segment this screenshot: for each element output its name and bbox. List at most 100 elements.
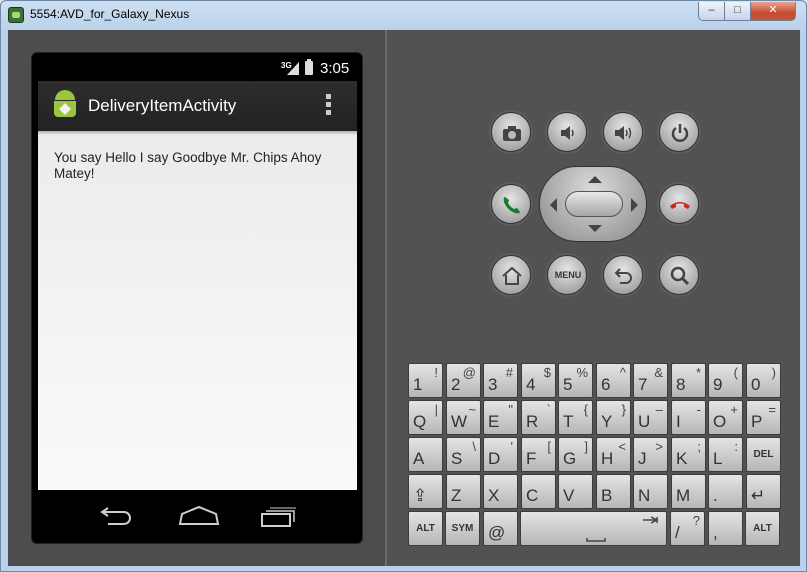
phone-screen[interactable]: 3G 3:05 DeliveryItemActivity You say Hel…	[31, 52, 363, 544]
camera-button[interactable]	[491, 112, 531, 152]
overflow-menu-icon[interactable]	[326, 94, 332, 118]
key[interactable]: N	[633, 474, 668, 509]
key-label: 5	[563, 375, 573, 394]
key-label: E	[488, 412, 500, 431]
key[interactable]: R `	[521, 400, 556, 435]
key[interactable]: T{	[558, 400, 593, 435]
android-logo-icon[interactable]	[50, 88, 80, 122]
end-call-button[interactable]	[659, 184, 699, 224]
alt-right-key[interactable]: ALT	[745, 511, 780, 546]
space-key[interactable]	[520, 511, 667, 546]
key-alt-label: }	[621, 402, 626, 417]
key[interactable]: M	[671, 474, 706, 509]
key[interactable]: .	[708, 474, 743, 509]
recent-apps-nav-icon[interactable]	[258, 502, 298, 530]
menu-button[interactable]: MENU	[547, 255, 587, 295]
message-text: You say Hello I say Goodbye Mr. Chips Ah…	[54, 150, 322, 181]
key[interactable]: 5%	[558, 363, 593, 398]
key[interactable]: A	[408, 437, 443, 472]
key-alt-label: (	[733, 365, 738, 380]
dpad-right-icon[interactable]	[631, 198, 638, 212]
title-bar[interactable]: 5554:AVD_for_Galaxy_Nexus – □ ✕	[1, 1, 806, 29]
key-alt-label: ?	[692, 513, 700, 528]
key-label: A	[413, 449, 425, 468]
key[interactable]: 8 *	[671, 363, 706, 398]
key-label: @	[488, 523, 506, 542]
key[interactable]: 0)	[746, 363, 781, 398]
key-label: 8	[676, 375, 686, 394]
key[interactable]: 6 ^	[596, 363, 631, 398]
key[interactable]: O +	[708, 400, 743, 435]
key[interactable]: 4 $	[521, 363, 556, 398]
key-alt-label: ;	[697, 439, 701, 454]
call-icon	[503, 197, 520, 214]
key-label: 6	[601, 375, 611, 394]
dpad[interactable]	[539, 166, 647, 242]
key-label: W	[451, 412, 468, 431]
key[interactable]: 3 #	[483, 363, 518, 398]
dpad-center-button[interactable]	[565, 191, 623, 217]
home-nav-icon[interactable]	[176, 502, 222, 530]
key[interactable]: 9(	[708, 363, 743, 398]
key[interactable]: 7 &	[633, 363, 668, 398]
key-label: R	[526, 412, 539, 431]
key[interactable]: U –	[633, 400, 668, 435]
close-button[interactable]: ✕	[750, 2, 796, 21]
sym-key[interactable]: SYM	[445, 511, 480, 546]
key-label: 1	[413, 375, 423, 394]
dpad-up-icon[interactable]	[588, 176, 602, 183]
slash-key[interactable]: /?	[670, 511, 705, 546]
key-label: V	[563, 486, 575, 505]
key[interactable]: Q |	[408, 400, 443, 435]
minimize-button[interactable]: –	[698, 2, 725, 21]
key[interactable]: DEL	[746, 437, 781, 472]
volume-down-button[interactable]	[547, 112, 587, 152]
key[interactable]: D '	[483, 437, 518, 472]
dpad-left-icon[interactable]	[550, 198, 557, 212]
key[interactable]: Z	[446, 474, 481, 509]
key[interactable]: P =	[746, 400, 781, 435]
maximize-button[interactable]: □	[724, 2, 751, 21]
key[interactable]: B	[596, 474, 631, 509]
alt-left-key[interactable]: ALT	[408, 511, 443, 546]
key-alt-label: +	[730, 402, 738, 417]
key-label: O	[713, 412, 727, 431]
at-key[interactable]: @	[483, 511, 518, 546]
key-alt-label: |	[434, 402, 438, 417]
activity-content: You say Hello I say Goodbye Mr. Chips Ah…	[38, 131, 357, 490]
key[interactable]: I-	[671, 400, 706, 435]
key-label: J	[638, 449, 647, 468]
key-alt-label: =	[768, 402, 776, 417]
volume-up-button[interactable]	[603, 112, 643, 152]
key-alt-label: [	[547, 439, 551, 454]
key[interactable]: X	[483, 474, 518, 509]
key-label: B	[601, 486, 613, 505]
call-button[interactable]	[491, 184, 531, 224]
key[interactable]: C	[521, 474, 556, 509]
key[interactable]: ↵	[746, 474, 781, 509]
back-button[interactable]	[603, 255, 643, 295]
dpad-down-icon[interactable]	[588, 225, 602, 232]
key-label: ⇪	[413, 486, 428, 505]
key[interactable]: V	[558, 474, 593, 509]
key-label: L	[713, 449, 723, 468]
back-nav-icon[interactable]	[98, 502, 138, 530]
key[interactable]: F[	[521, 437, 556, 472]
key[interactable]: 1!	[408, 363, 443, 398]
key[interactable]: W ~	[446, 400, 481, 435]
key[interactable]: Y}	[596, 400, 631, 435]
key[interactable]: K;	[671, 437, 706, 472]
key-label: 7	[638, 375, 648, 394]
search-button[interactable]	[659, 255, 699, 295]
key[interactable]: ⇪	[408, 474, 443, 509]
key[interactable]: 2 @	[446, 363, 481, 398]
key[interactable]: G]	[558, 437, 593, 472]
key[interactable]: S \	[446, 437, 481, 472]
key[interactable]: J >	[633, 437, 668, 472]
key[interactable]: E "	[483, 400, 518, 435]
key[interactable]: L:	[708, 437, 743, 472]
power-button[interactable]	[659, 112, 699, 152]
home-button[interactable]	[491, 255, 531, 295]
comma-key[interactable]: ,	[708, 511, 743, 546]
key[interactable]: H <	[596, 437, 631, 472]
